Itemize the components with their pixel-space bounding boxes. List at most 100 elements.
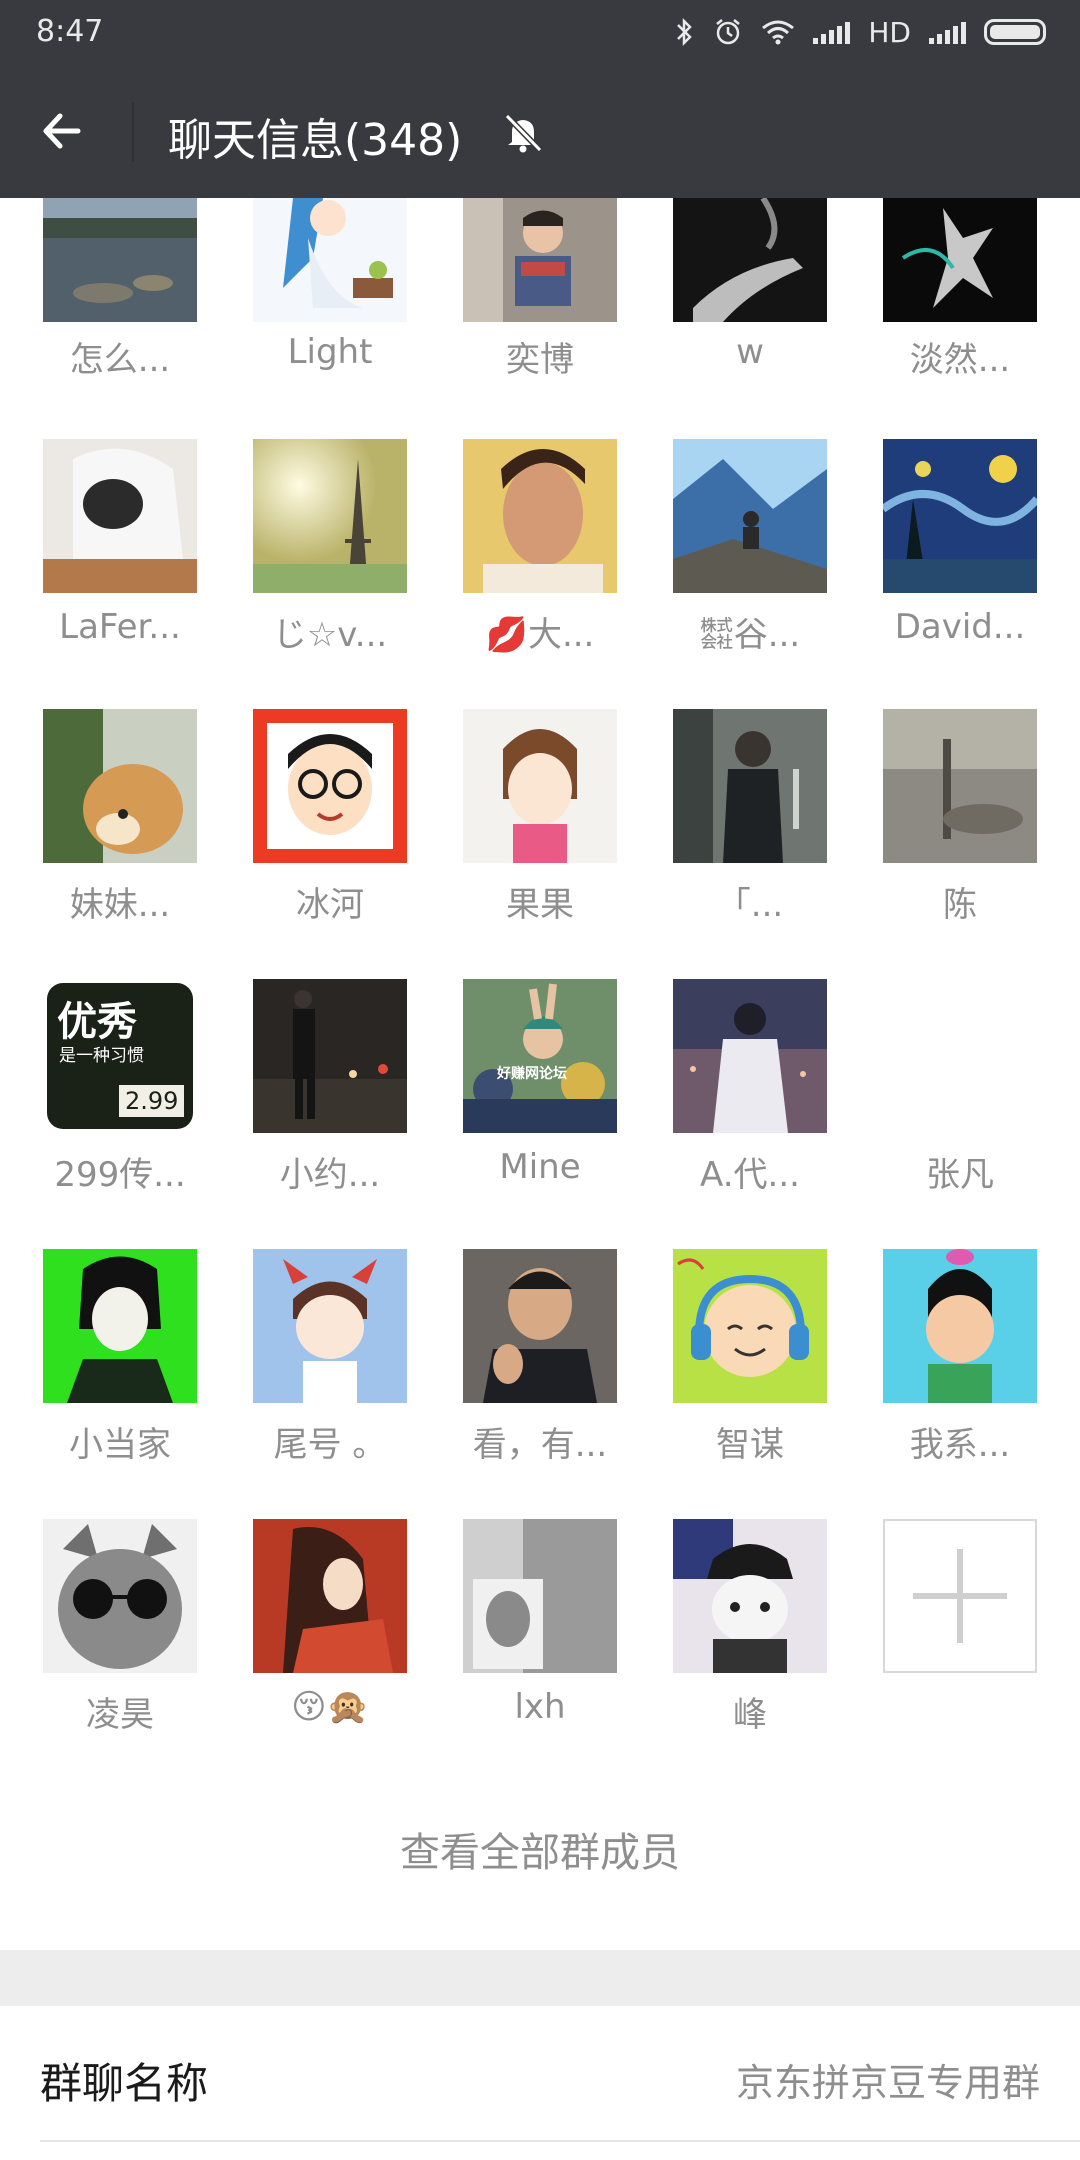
member-tile[interactable]: A.代... <box>673 979 829 1195</box>
member-tile[interactable]: 优秀 是一种习惯 2.99 299传... <box>43 979 199 1195</box>
mute-bell-icon <box>504 113 543 153</box>
cartoon-boy-glasses-avatar <box>253 709 407 863</box>
member-tile[interactable]: じ☆v... <box>253 439 409 655</box>
member-name: Mine <box>499 1147 581 1187</box>
member-tile[interactable]: 妹妹... <box>43 709 199 925</box>
avatar-text-num: 2.99 <box>119 1085 185 1117</box>
row-divider <box>40 2140 1080 2142</box>
battery-icon <box>984 19 1046 45</box>
member-tile[interactable]: lxh <box>463 1519 619 1727</box>
member-name: 299传... <box>54 1155 186 1195</box>
member-tile[interactable]: 「... <box>673 709 829 925</box>
member-tile[interactable]: 张凡 <box>883 979 1039 1195</box>
status-icons: HD <box>675 12 1046 52</box>
member-tile[interactable]: 好赚网论坛 Mine <box>463 979 619 1187</box>
member-name: 小当家 <box>69 1425 171 1465</box>
blank-avatar <box>883 979 1037 1133</box>
member-tile[interactable]: 陈 <box>883 709 1039 925</box>
member-tile[interactable]: 淡然... <box>883 198 1039 380</box>
member-tile[interactable]: 小约... <box>253 979 409 1195</box>
cartoon-gourd-kid-avatar <box>883 1249 1037 1403</box>
member-tile[interactable]: David... <box>880 439 1041 647</box>
status-time: 8:47 <box>36 14 104 49</box>
member-tile[interactable]: 😚🙊 <box>253 1519 409 1727</box>
member-tile[interactable]: 我系... <box>883 1249 1039 1465</box>
mountain-person-avatar <box>673 439 827 593</box>
headphone-smile-avatar <box>673 1249 827 1403</box>
member-name: 尾号 。 <box>273 1425 387 1465</box>
red-robe-avatar <box>253 1519 407 1673</box>
smoking-hand-avatar <box>673 196 827 322</box>
title-divider <box>132 102 134 162</box>
member-tile[interactable]: 小当家 <box>43 1249 199 1465</box>
member-name: 「... <box>716 885 784 925</box>
cartoon-devil-boy-avatar <box>253 1249 407 1403</box>
member-tile[interactable]: 💋大... <box>463 439 619 655</box>
youxiu-text-avatar: 优秀 是一种习惯 2.99 <box>43 979 197 1133</box>
member-name: A.代... <box>700 1155 800 1195</box>
wifi-icon <box>762 20 795 45</box>
member-name: 智谋 <box>716 1425 784 1465</box>
member-name: 小约... <box>279 1155 381 1195</box>
eiffel-tower-avatar <box>253 439 407 593</box>
photo-portrait-avatar <box>463 1519 617 1673</box>
member-tile[interactable]: 凌昊 <box>43 1519 199 1735</box>
add-member-button[interactable] <box>883 1519 1037 1673</box>
member-tile[interactable]: Light <box>253 198 409 372</box>
cat-hat-avatar <box>673 1519 827 1673</box>
member-name: 果果 <box>506 885 574 925</box>
member-name: じ☆v... <box>272 615 388 655</box>
member-name: 峰 <box>733 1695 767 1735</box>
member-name: 奕博 <box>506 340 574 380</box>
member-tile[interactable]: w <box>673 196 829 372</box>
child-in-car-avatar <box>463 198 617 322</box>
member-tile[interactable]: ㍿谷... <box>673 439 829 655</box>
man-in-dark-avatar <box>673 709 827 863</box>
group-name-row[interactable]: 群聊名称 京东拼京豆专用群 <box>0 2006 1080 2142</box>
group-name-label: 群聊名称 <box>40 2059 209 2108</box>
section-gap <box>0 1950 1080 2006</box>
member-name: David... <box>894 607 1026 647</box>
avatar-text-sub: 是一种习惯 <box>59 1046 144 1066</box>
member-tile[interactable]: LaFer... <box>43 439 199 647</box>
member-name: 冰河 <box>296 885 364 925</box>
member-name: 😚🙊 <box>291 1687 369 1727</box>
member-tile[interactable]: 尾号 。 <box>253 1249 409 1465</box>
member-name: lxh <box>514 1687 566 1727</box>
member-name: 凌昊 <box>86 1695 154 1735</box>
page-title: 聊天信息(348) <box>168 115 463 166</box>
member-tile[interactable]: 果果 <box>463 709 619 925</box>
back-arrow-icon[interactable] <box>32 96 102 166</box>
view-all-members-link[interactable]: 查看全部群成员 <box>0 1820 1080 1878</box>
member-tile[interactable]: 峰 <box>673 1519 829 1735</box>
member-name: 💋大... <box>485 615 595 655</box>
member-tile[interactable]: 智谋 <box>673 1249 829 1465</box>
bluetooth-icon <box>677 17 693 47</box>
cartoon-girl-avatar <box>253 198 407 322</box>
dancer-avatar <box>883 198 1037 322</box>
member-name: LaFer... <box>59 607 181 647</box>
signal-icon-2 <box>929 20 966 44</box>
member-name: ㍿谷... <box>699 615 801 655</box>
member-tile[interactable]: 冰河 <box>253 709 409 925</box>
lights-person-avatar <box>673 979 827 1133</box>
title-bar: 聊天信息(348) <box>0 66 1080 198</box>
member-tile[interactable]: 怎么... <box>43 198 199 380</box>
anime-girl-avatar <box>463 709 617 863</box>
hd-label: HD <box>868 15 911 49</box>
lake-landscape-avatar <box>43 198 197 322</box>
member-name: 陈 <box>943 885 977 925</box>
green-cartoon-girl-avatar <box>43 1249 197 1403</box>
man-portrait-avatar <box>463 439 617 593</box>
status-bar: 8:47 HD <box>0 0 1080 66</box>
blurry-field-avatar <box>883 709 1037 863</box>
shiba-dog-avatar <box>43 709 197 863</box>
avatar-text-main: 优秀 <box>57 999 137 1045</box>
group-name-value: 京东拼京豆专用群 <box>735 2061 1040 2105</box>
clapping-man-avatar <box>463 1249 617 1403</box>
member-tile[interactable]: 奕博 <box>463 198 619 380</box>
member-name: 看，有... <box>472 1425 608 1465</box>
add-member-tile[interactable] <box>883 1519 1039 1673</box>
member-tile[interactable]: 看，有... <box>463 1249 619 1465</box>
member-name: 怎么... <box>69 340 171 380</box>
